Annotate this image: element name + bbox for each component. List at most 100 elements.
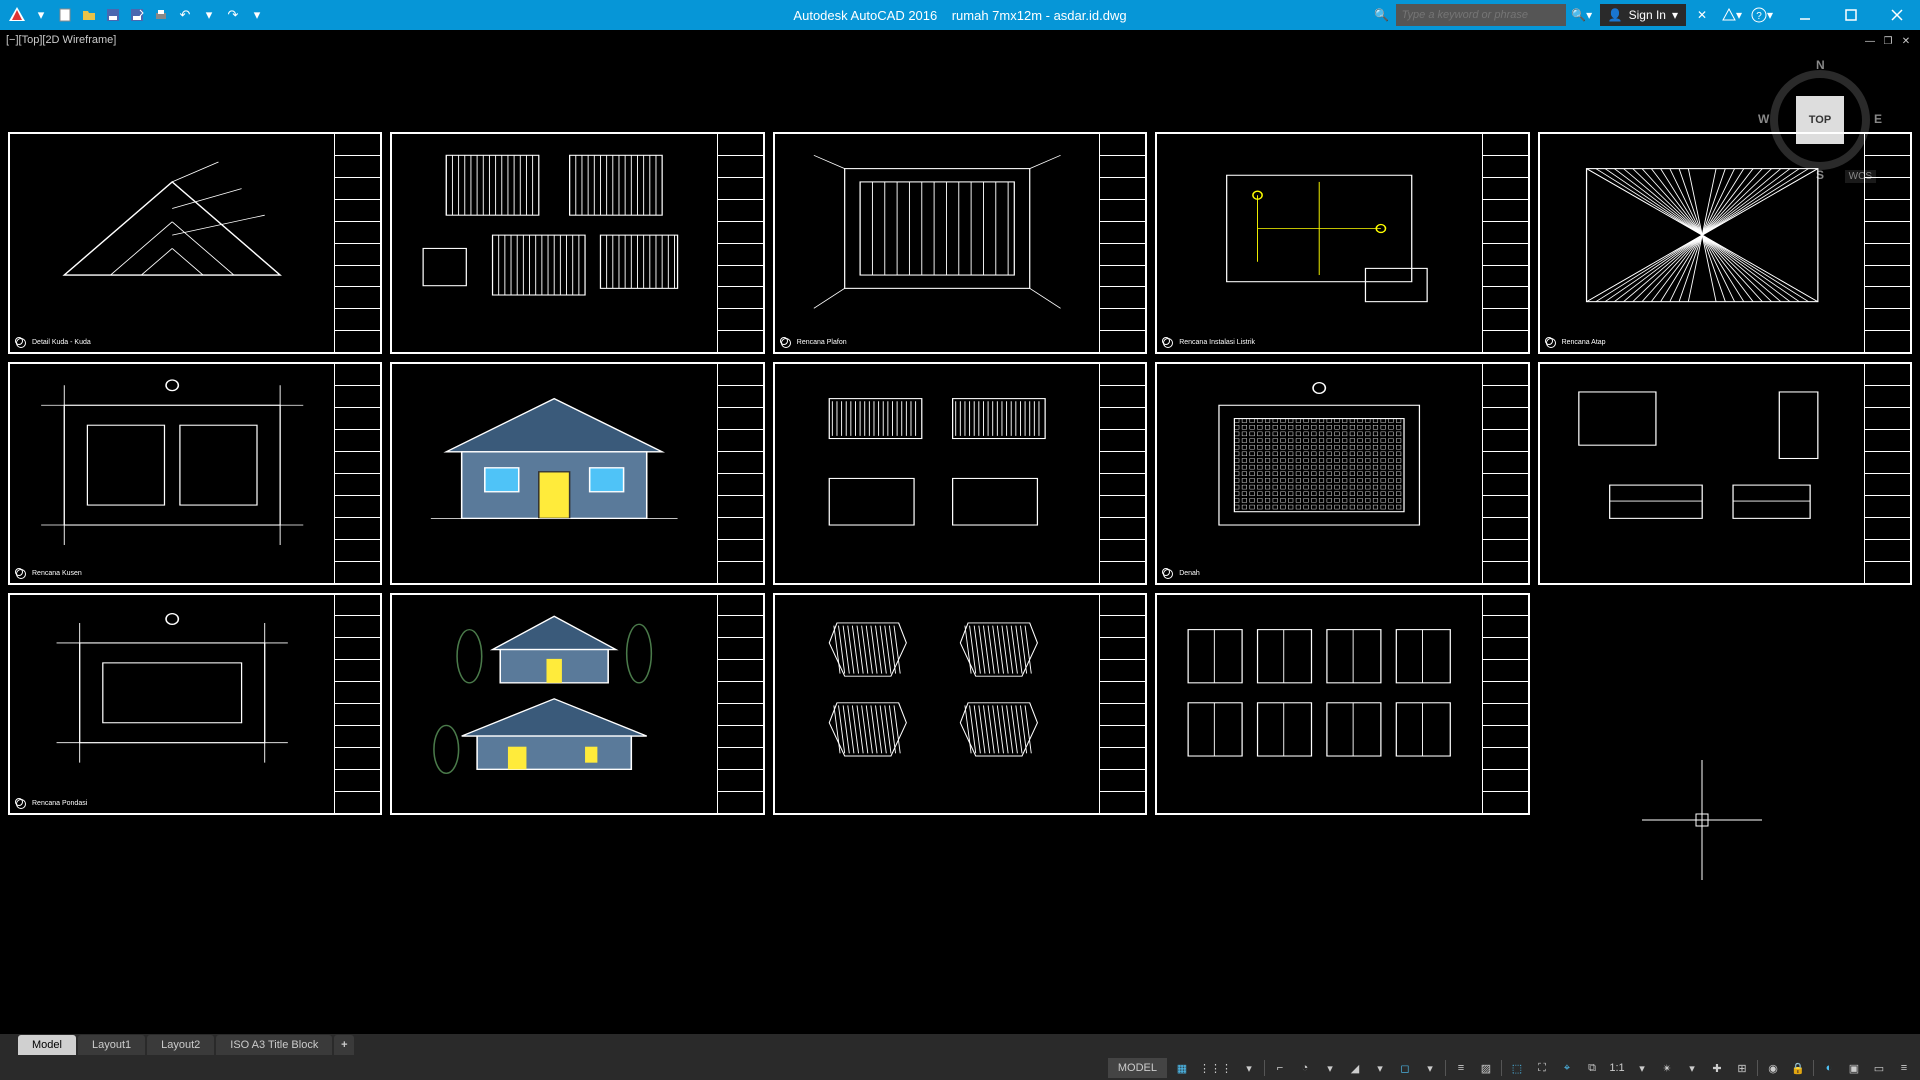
ortho-icon[interactable]: ⌐ — [1268, 1058, 1292, 1078]
title-block — [717, 364, 763, 582]
crosshair-cursor — [1642, 760, 1762, 880]
workspace-icon[interactable]: ✴ — [1655, 1058, 1679, 1078]
title-block — [1864, 134, 1910, 352]
drawing-area — [775, 595, 1099, 813]
sign-in-button[interactable]: 👤 Sign In ▾ — [1600, 4, 1686, 26]
layout-tab[interactable]: Layout1 — [78, 1035, 145, 1055]
drawing-sheet: Detail Kuda - Kuda — [8, 132, 382, 354]
status-separator — [1501, 1060, 1502, 1076]
annotation-monitor-icon[interactable]: ✚ — [1705, 1058, 1729, 1078]
qat-dropdown-icon[interactable]: ▾ — [30, 4, 52, 26]
drawing-sheet: Rencana Pondasi — [8, 593, 382, 815]
layout-tab[interactable]: Model — [18, 1035, 76, 1055]
help-search-input[interactable] — [1396, 4, 1566, 26]
osnap-dropdown-icon[interactable]: ▾ — [1418, 1058, 1442, 1078]
hardware-accel-icon[interactable]: ◐ — [1817, 1058, 1841, 1078]
isodraft-dropdown-icon[interactable]: ▾ — [1368, 1058, 1392, 1078]
snap-icon[interactable]: ⋮⋮⋮ — [1195, 1058, 1236, 1078]
help-icon[interactable]: ?▾ — [1748, 4, 1776, 26]
sheet-caption: Rencana Pondasi — [32, 800, 87, 807]
window-controls — [1782, 0, 1920, 30]
transparency-icon[interactable]: ▨ — [1474, 1058, 1498, 1078]
drawing-area: Rencana Atap — [1540, 134, 1864, 352]
drawing-canvas[interactable]: Detail Kuda - Kuda Rencana Plafon Rencana … — [8, 52, 1912, 1030]
search-prefix-icon[interactable]: 🔍 — [1368, 4, 1396, 26]
selection-filter-icon[interactable]: ⧉ — [1580, 1058, 1604, 1078]
saveas-icon[interactable] — [126, 4, 148, 26]
grid-icon[interactable]: ▦ — [1170, 1058, 1194, 1078]
save-icon[interactable] — [102, 4, 124, 26]
annotation-scale-button[interactable]: 1:1 — [1605, 1058, 1629, 1078]
viewport-label[interactable]: [−][Top][2D Wireframe] — [6, 34, 116, 46]
osnap-icon[interactable]: ◻ — [1393, 1058, 1417, 1078]
sign-in-label: Sign In — [1629, 8, 1666, 22]
drawing-area: Detail Kuda - Kuda — [10, 134, 334, 352]
doc-restore-icon[interactable]: ❐ — [1880, 34, 1896, 48]
drawing-area: Rencana Instalasi Listrik — [1157, 134, 1481, 352]
customize-icon[interactable]: ≡ — [1892, 1058, 1916, 1078]
drawing-sheet — [773, 362, 1147, 584]
drawing-area — [1157, 595, 1481, 813]
undo-dropdown-icon[interactable]: ▾ — [198, 4, 220, 26]
drawing-area — [1540, 364, 1864, 582]
caption-marker-icon — [781, 338, 791, 348]
title-block — [1482, 364, 1528, 582]
title-block — [717, 595, 763, 813]
redo-dropdown-icon[interactable]: ▾ — [246, 4, 268, 26]
redo-icon[interactable]: ↷ — [222, 4, 244, 26]
undo-icon[interactable]: ↶ — [174, 4, 196, 26]
maximize-button[interactable] — [1828, 0, 1874, 30]
layout-tab[interactable]: ISO A3 Title Block — [216, 1035, 332, 1055]
new-icon[interactable] — [54, 4, 76, 26]
search-dropdown-icon[interactable]: 🔍▾ — [1568, 4, 1596, 26]
document-window-controls: — ❐ ✕ — [1862, 34, 1914, 48]
open-icon[interactable] — [78, 4, 100, 26]
sheet-caption: Rencana Plafon — [797, 339, 847, 346]
3dosnap-icon[interactable]: ⛶ — [1530, 1058, 1554, 1078]
workspace-dropdown-icon[interactable]: ▾ — [1680, 1058, 1704, 1078]
clean-screen-icon[interactable]: ▭ — [1867, 1058, 1891, 1078]
doc-close-icon[interactable]: ✕ — [1898, 34, 1914, 48]
print-icon[interactable] — [150, 4, 172, 26]
lineweight-icon[interactable]: ≡ — [1449, 1058, 1473, 1078]
doc-minimize-icon[interactable]: — — [1862, 34, 1878, 48]
dynamic-ucs-icon[interactable]: ⌖ — [1555, 1058, 1579, 1078]
app-logo-icon[interactable] — [6, 4, 28, 26]
title-block — [1482, 595, 1528, 813]
drawing-area: Rencana Pondasi — [10, 595, 334, 813]
title-block — [717, 134, 763, 352]
lock-ui-icon[interactable]: 🔒 — [1786, 1058, 1810, 1078]
isodraft-icon[interactable]: ◢ — [1343, 1058, 1367, 1078]
caption-marker-icon — [1163, 338, 1173, 348]
add-layout-button[interactable]: + — [334, 1035, 354, 1055]
autodesk360-icon[interactable]: ▾ — [1718, 4, 1746, 26]
polar-icon[interactable]: ◔ — [1293, 1058, 1317, 1078]
sheet-grid: Detail Kuda - Kuda Rencana Plafon Rencana … — [8, 52, 1912, 815]
layout-tab[interactable]: Layout2 — [147, 1035, 214, 1055]
title-block — [334, 364, 380, 582]
sign-in-dropdown-icon: ▾ — [1672, 8, 1678, 22]
title-block — [1864, 364, 1910, 582]
modelspace-button[interactable]: MODEL — [1108, 1058, 1167, 1078]
quick-properties-icon[interactable]: ◉ — [1761, 1058, 1785, 1078]
isolate-objects-icon[interactable]: ▣ — [1842, 1058, 1866, 1078]
close-button[interactable] — [1874, 0, 1920, 30]
units-icon[interactable]: ⊞ — [1730, 1058, 1754, 1078]
polar-dropdown-icon[interactable]: ▾ — [1318, 1058, 1342, 1078]
minimize-button[interactable] — [1782, 0, 1828, 30]
drawing-sheet: Rencana Instalasi Listrik — [1155, 132, 1529, 354]
status-separator — [1757, 1060, 1758, 1076]
caption-marker-icon — [1163, 569, 1173, 579]
drawing-area — [392, 595, 716, 813]
drawing-sheet: Rencana Kusen — [8, 362, 382, 584]
sheet-caption: Denah — [1179, 570, 1200, 577]
exchange-icon[interactable]: ✕ — [1688, 4, 1716, 26]
status-separator — [1445, 1060, 1446, 1076]
title-block — [334, 595, 380, 813]
annotation-scale-dropdown-icon[interactable]: ▾ — [1630, 1058, 1654, 1078]
snap-dropdown-icon[interactable]: ▾ — [1237, 1058, 1261, 1078]
title-block — [1099, 364, 1145, 582]
sheet-caption: Rencana Instalasi Listrik — [1179, 339, 1255, 346]
drawing-sheet: Denah — [1155, 362, 1529, 584]
selection-cycling-icon[interactable]: ⬚ — [1505, 1058, 1529, 1078]
